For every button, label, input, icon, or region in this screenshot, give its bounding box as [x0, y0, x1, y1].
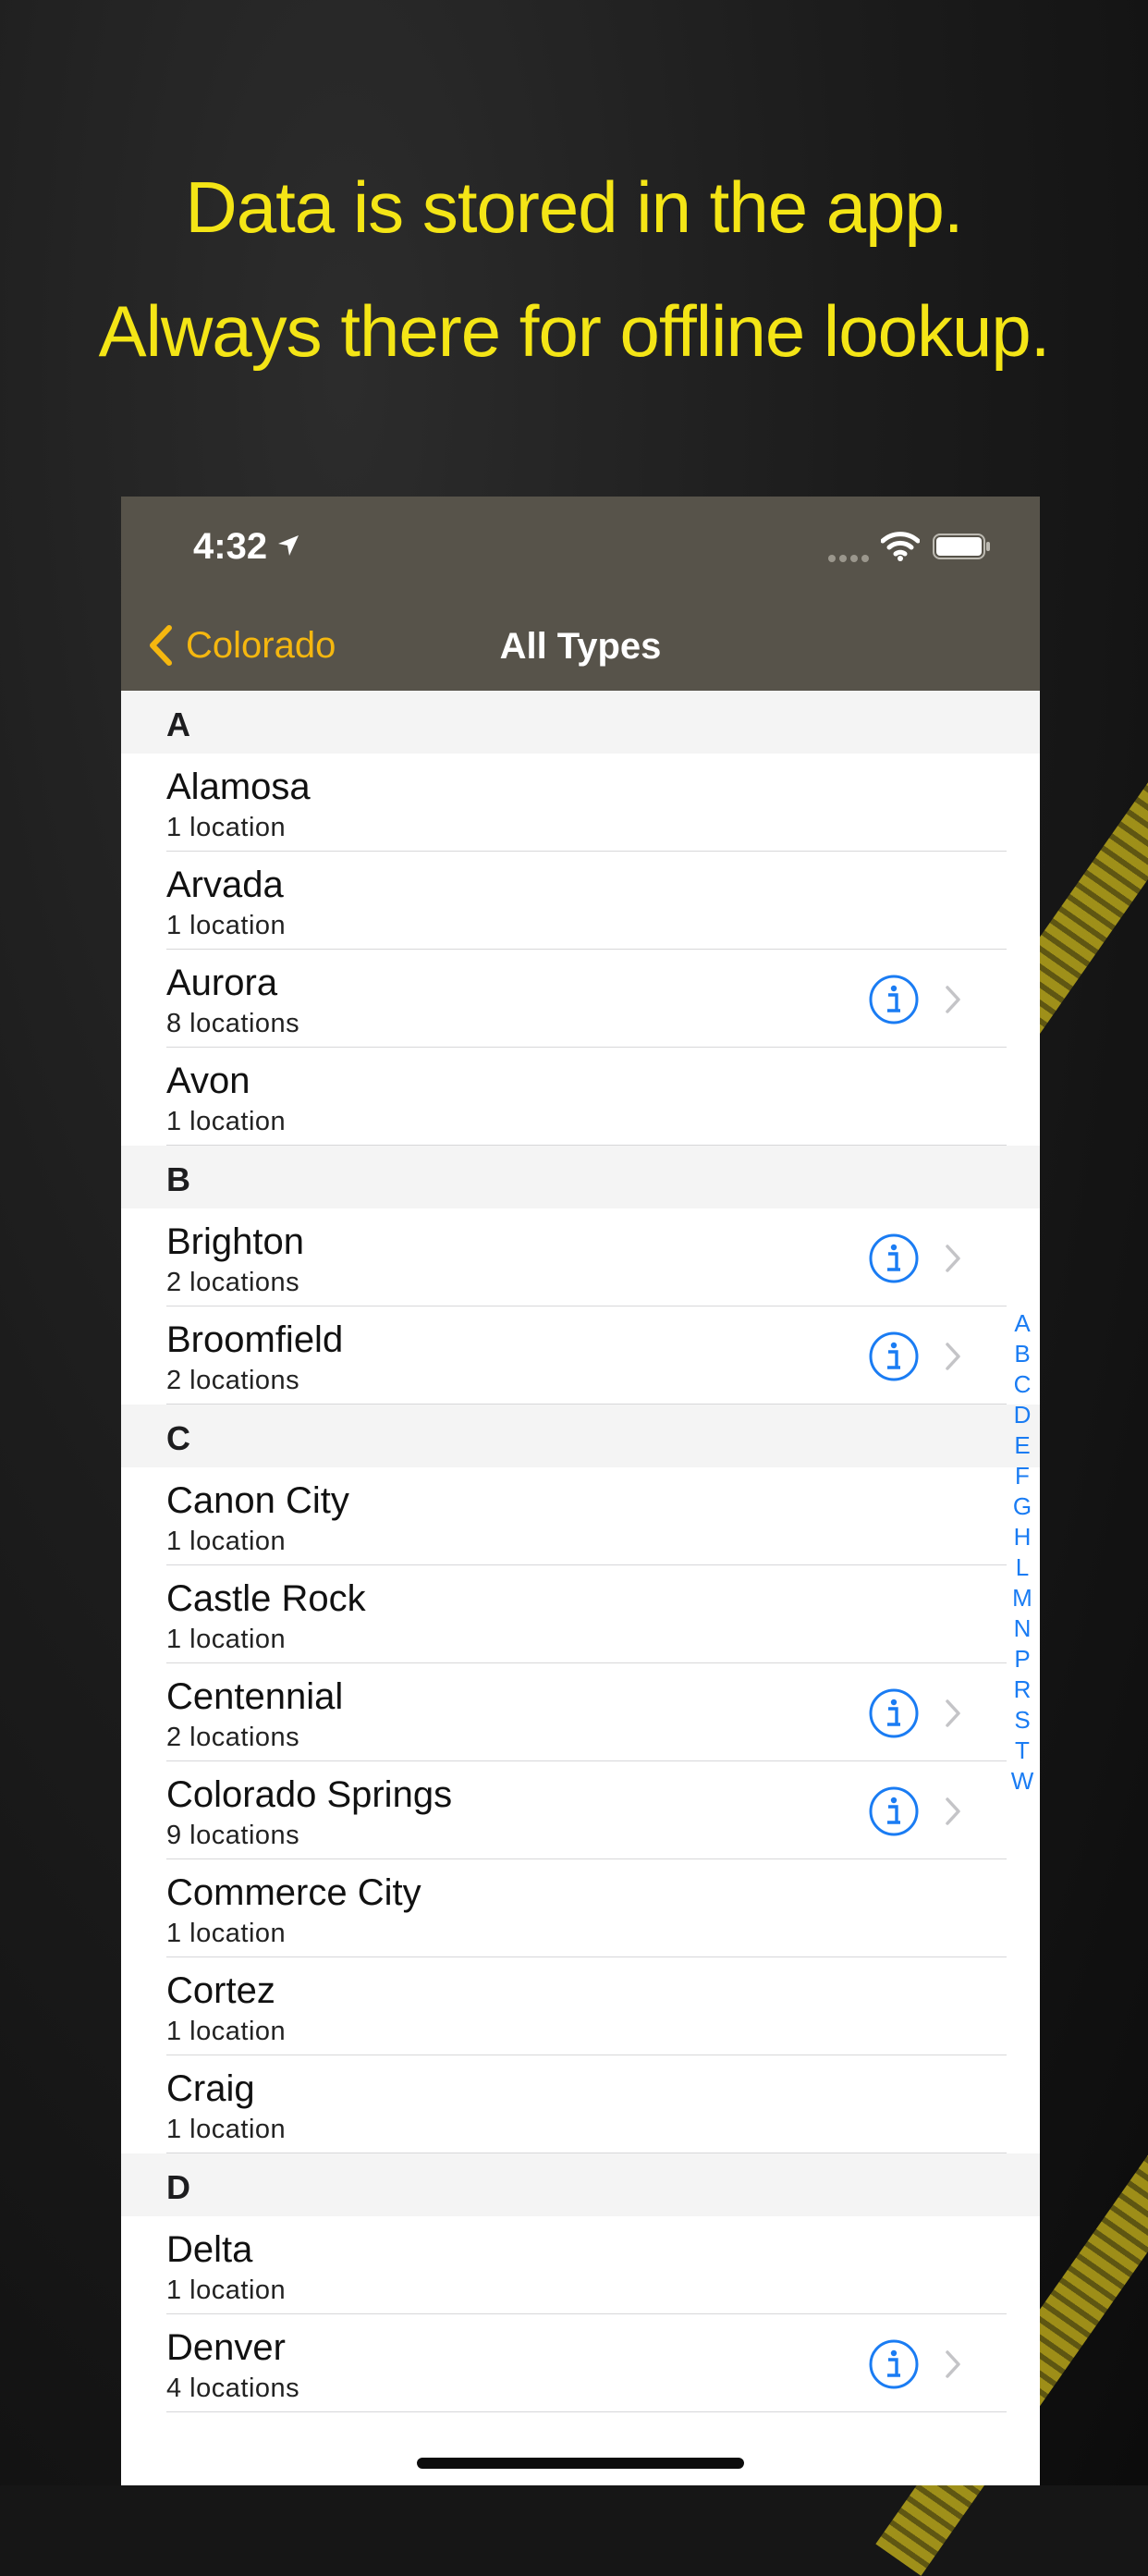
- location-count: 1 location: [166, 1107, 287, 1136]
- chevron-right-icon: [946, 1699, 960, 1727]
- city-name: Cortez: [166, 1970, 275, 2011]
- city-name: Broomfield: [166, 1319, 344, 1360]
- city-name: Avon: [166, 1061, 250, 1101]
- city-name: Canon City: [166, 1480, 349, 1521]
- list-item[interactable]: Avon 1 location: [121, 1048, 1040, 1146]
- location-count: 1 location: [166, 1625, 287, 1654]
- info-icon[interactable]: [868, 974, 920, 1025]
- list-item[interactable]: Colorado Springs 9 locations: [121, 1761, 1040, 1859]
- location-count: 1 location: [166, 2275, 287, 2305]
- info-icon[interactable]: [868, 1687, 920, 1739]
- city-name: Delta: [166, 2229, 253, 2270]
- list-item[interactable]: Denver 4 locations: [121, 2314, 1040, 2412]
- navigation-bar: Colorado All Types: [121, 598, 1040, 691]
- location-count: 1 location: [166, 1527, 287, 1556]
- chevron-right-icon: [946, 1797, 960, 1825]
- index-letter[interactable]: C: [1008, 1369, 1036, 1400]
- list-item[interactable]: Canon City 1 location: [121, 1467, 1040, 1565]
- location-count: 1 location: [166, 1919, 287, 1948]
- index-letter[interactable]: T: [1008, 1736, 1036, 1766]
- list-item[interactable]: Castle Rock 1 location: [121, 1565, 1040, 1663]
- index-letter[interactable]: E: [1008, 1430, 1036, 1461]
- location-count: 2 locations: [166, 1366, 300, 1395]
- location-count: 1 location: [166, 2115, 287, 2144]
- list-item[interactable]: Brighton 2 locations: [121, 1208, 1040, 1306]
- index-letter[interactable]: D: [1008, 1400, 1036, 1430]
- location-count: 4 locations: [166, 2374, 300, 2403]
- index-letter[interactable]: H: [1008, 1522, 1036, 1552]
- section-header: D: [121, 2153, 1040, 2216]
- city-name: Centennial: [166, 1676, 344, 1717]
- location-count: 1 location: [166, 813, 287, 842]
- location-count: 2 locations: [166, 1723, 300, 1752]
- phone-screen: 4:32 Colorado All Types A Alamosa 1 locati…: [121, 497, 1040, 2485]
- wifi-icon: [881, 532, 920, 561]
- chevron-right-icon: [946, 2350, 960, 2378]
- info-icon[interactable]: [868, 1233, 920, 1284]
- city-name: Aurora: [166, 963, 278, 1003]
- promo-line-2: Always there for offline lookup.: [98, 290, 1051, 372]
- section-header: A: [121, 691, 1040, 754]
- section-header: C: [121, 1405, 1040, 1467]
- location-count: 1 location: [166, 2017, 287, 2046]
- index-letter[interactable]: B: [1008, 1339, 1036, 1369]
- city-list: A Alamosa 1 location Arvada 1 location Aurora…: [121, 691, 1040, 2412]
- city-name: Castle Rock: [166, 1578, 366, 1619]
- section-letter: B: [166, 1160, 190, 1198]
- page-title: All Types: [499, 626, 662, 667]
- section-letter: D: [166, 2168, 190, 2206]
- location-count: 2 locations: [166, 1268, 300, 1297]
- list-item[interactable]: Commerce City 1 location: [121, 1859, 1040, 1957]
- index-letter[interactable]: N: [1008, 1613, 1036, 1644]
- list-item[interactable]: Alamosa 1 location: [121, 754, 1040, 852]
- index-letter[interactable]: W: [1008, 1766, 1036, 1797]
- row-separator: [166, 2411, 1007, 2412]
- info-icon[interactable]: [868, 2338, 920, 2390]
- chevron-right-icon: [946, 1343, 960, 1370]
- city-name: Commerce City: [166, 1872, 421, 1913]
- chevron-right-icon: [946, 986, 960, 1013]
- info-icon[interactable]: [868, 1785, 920, 1837]
- list-item[interactable]: Aurora 8 locations: [121, 950, 1040, 1048]
- list-item[interactable]: Craig 1 location: [121, 2055, 1040, 2153]
- city-name: Denver: [166, 2327, 286, 2368]
- city-name: Craig: [166, 2068, 255, 2109]
- list-item[interactable]: Cortez 1 location: [121, 1957, 1040, 2055]
- location-arrow-icon: [278, 535, 299, 556]
- section-index[interactable]: ABCDEFGHLMNPRSTW: [1008, 1308, 1036, 1797]
- index-letter[interactable]: L: [1008, 1552, 1036, 1583]
- list-item[interactable]: Broomfield 2 locations: [121, 1306, 1040, 1405]
- location-count: 8 locations: [166, 1009, 300, 1038]
- info-icon[interactable]: [868, 1331, 920, 1382]
- promo-headline: Data is stored in the app. Always there …: [0, 145, 1148, 393]
- index-letter[interactable]: M: [1008, 1583, 1036, 1613]
- location-count: 9 locations: [166, 1821, 300, 1850]
- status-bar: 4:32: [121, 497, 1040, 598]
- index-letter[interactable]: P: [1008, 1644, 1036, 1674]
- section-letter: A: [166, 705, 190, 743]
- city-name: Alamosa: [166, 767, 311, 807]
- index-letter[interactable]: F: [1008, 1461, 1036, 1491]
- list-item[interactable]: Arvada 1 location: [121, 852, 1040, 950]
- cellular-signal-icon: [828, 550, 873, 562]
- city-name: Arvada: [166, 865, 284, 905]
- list-item[interactable]: Centennial 2 locations: [121, 1663, 1040, 1761]
- chevron-right-icon: [946, 1245, 960, 1272]
- section-header: B: [121, 1146, 1040, 1208]
- index-letter[interactable]: G: [1008, 1491, 1036, 1522]
- index-letter[interactable]: S: [1008, 1705, 1036, 1736]
- city-name: Brighton: [166, 1221, 304, 1262]
- promo-line-1: Data is stored in the app.: [185, 166, 963, 248]
- list-item[interactable]: Delta 1 location: [121, 2216, 1040, 2314]
- status-time: 4:32: [193, 526, 268, 567]
- battery-icon: [933, 534, 990, 559]
- index-letter[interactable]: A: [1008, 1308, 1036, 1339]
- city-name: Colorado Springs: [166, 1774, 453, 1815]
- index-letter[interactable]: R: [1008, 1674, 1036, 1705]
- location-count: 1 location: [166, 911, 287, 940]
- home-indicator[interactable]: [417, 2458, 744, 2469]
- section-letter: C: [166, 1419, 190, 1457]
